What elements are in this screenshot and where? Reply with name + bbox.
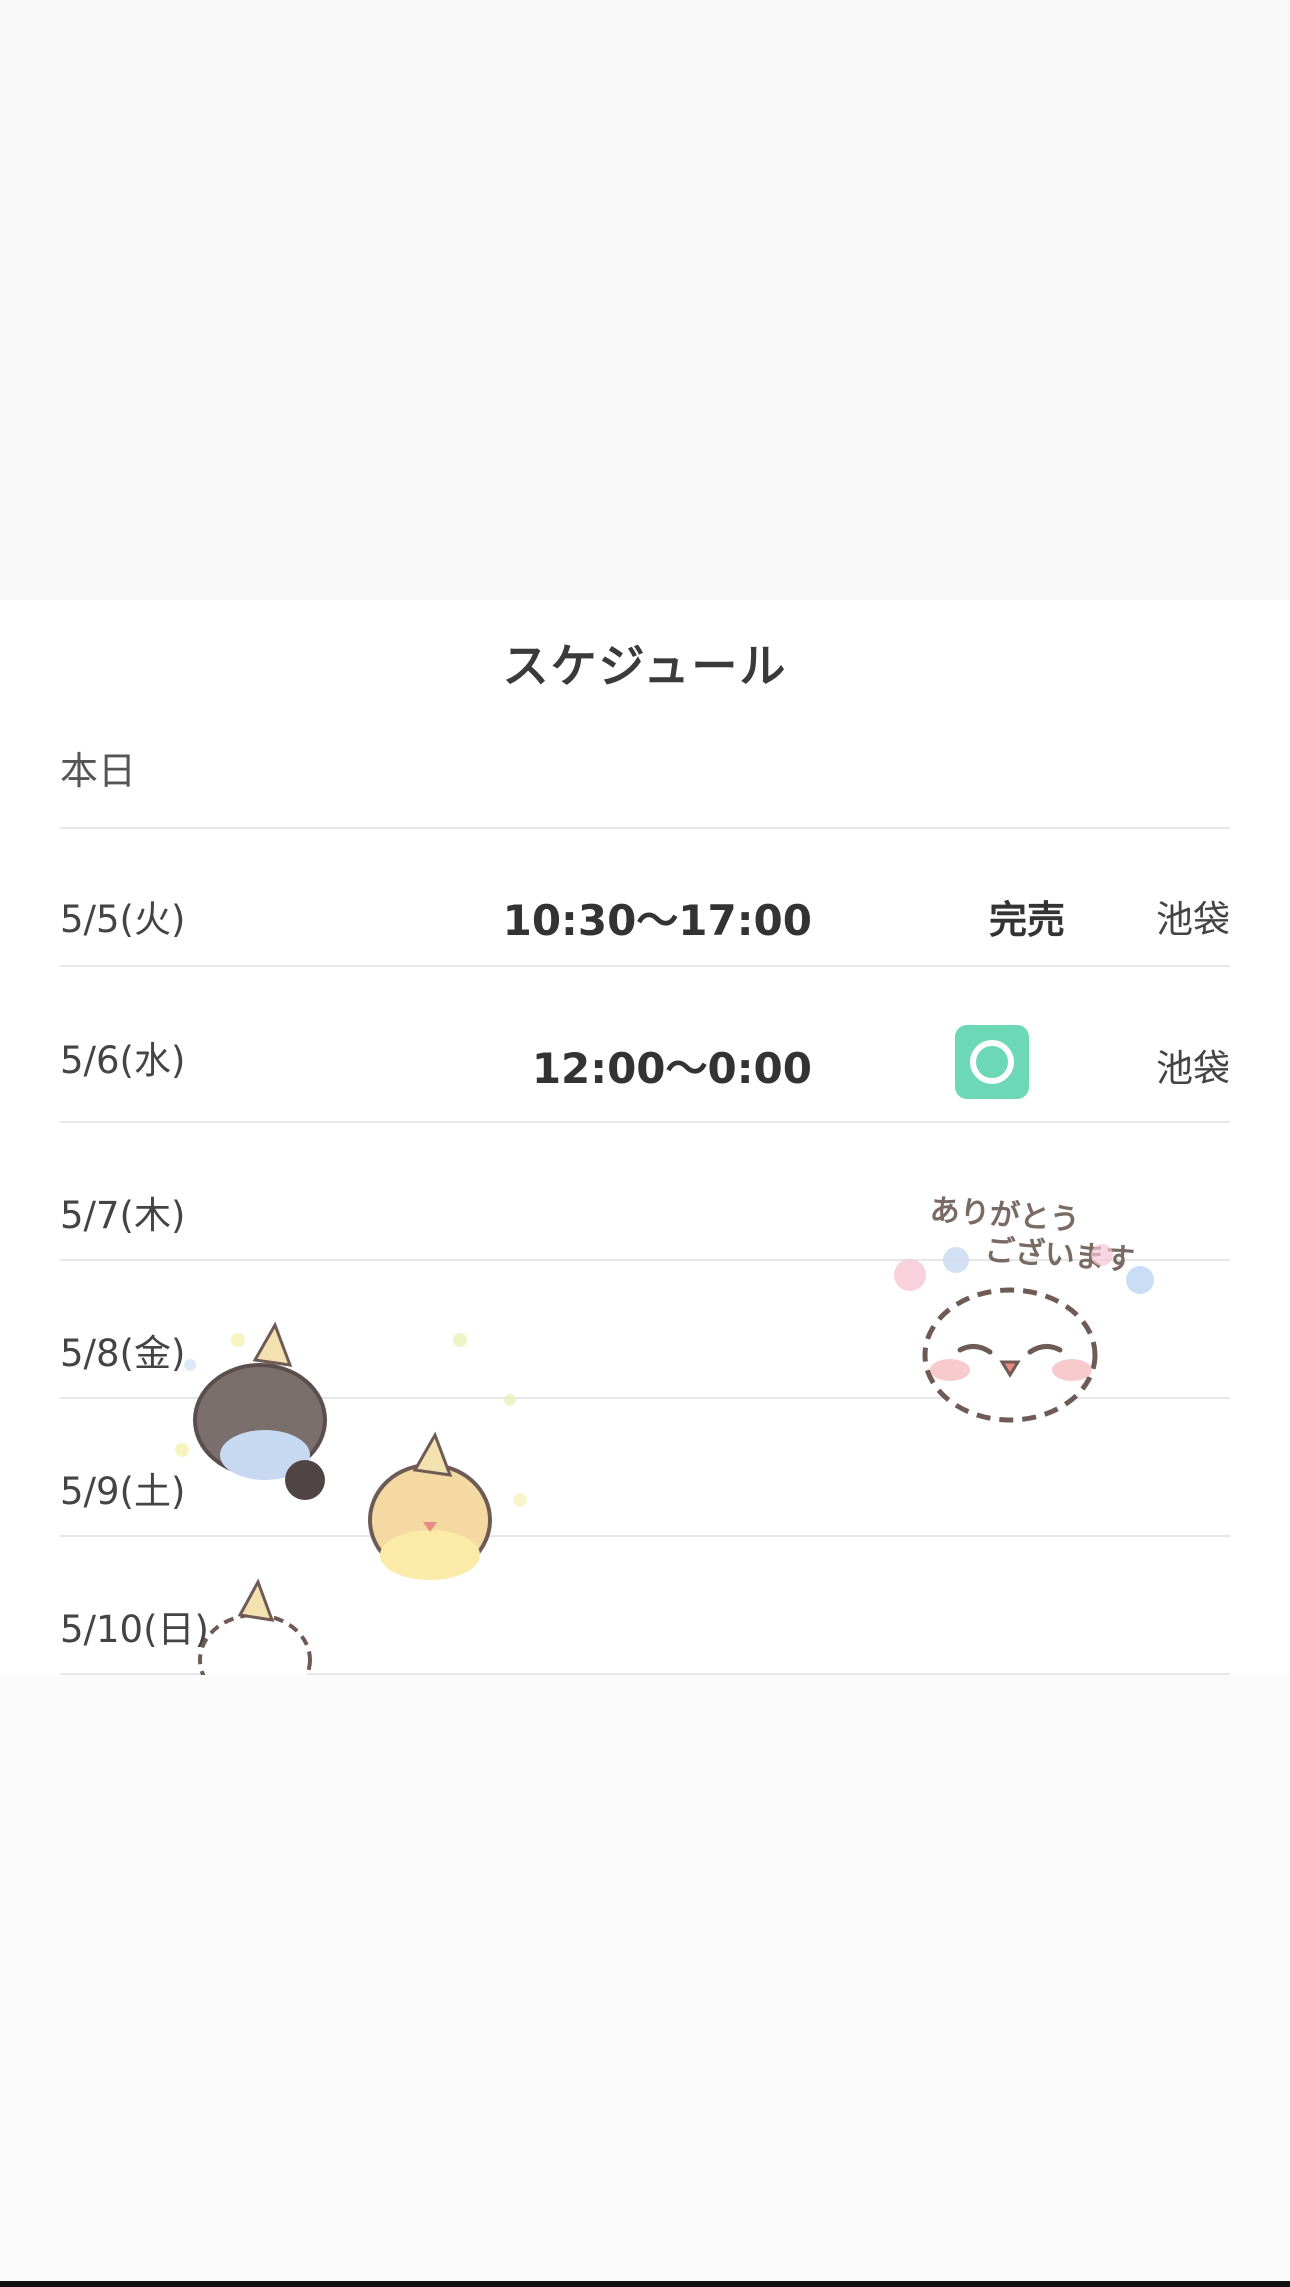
bottom-edge <box>0 2281 1290 2287</box>
top-blank-area <box>0 0 1290 600</box>
divider <box>60 1121 1230 1123</box>
row-date: 5/6(水) <box>60 1039 186 1082</box>
bottom-blank-area <box>0 1675 1290 2281</box>
row-location: 池袋 <box>1156 898 1230 941</box>
available-circle-icon[interactable] <box>955 1025 1029 1099</box>
thanks-animal-sticker-icon <box>894 1244 1154 1423</box>
row-date: 5/5(火) <box>60 898 186 941</box>
schedule-card: スケジュール 本日 5/5(火) 10:30〜17:00 完売 池袋 5/6(水… <box>0 600 1290 1707</box>
divider <box>60 965 1230 967</box>
schedule-row[interactable]: 5/5(火) 10:30〜17:00 完売 池袋 <box>60 887 1230 947</box>
divider <box>60 827 1230 829</box>
party-animals-sticker-icon <box>175 1321 527 1707</box>
today-label: 本日 <box>60 749 137 793</box>
row-location: 池袋 <box>1156 1047 1230 1090</box>
schedule-row[interactable]: 5/6(水) 12:00〜0:00 池袋 <box>60 1025 1230 1105</box>
row-time: 12:00〜0:00 <box>531 1044 812 1093</box>
schedule-title: スケジュール <box>502 639 788 693</box>
row-date: 5/7(木) <box>60 1194 186 1237</box>
row-time: 10:30〜17:00 <box>502 896 812 945</box>
sold-out-status: 完売 <box>988 898 1065 942</box>
